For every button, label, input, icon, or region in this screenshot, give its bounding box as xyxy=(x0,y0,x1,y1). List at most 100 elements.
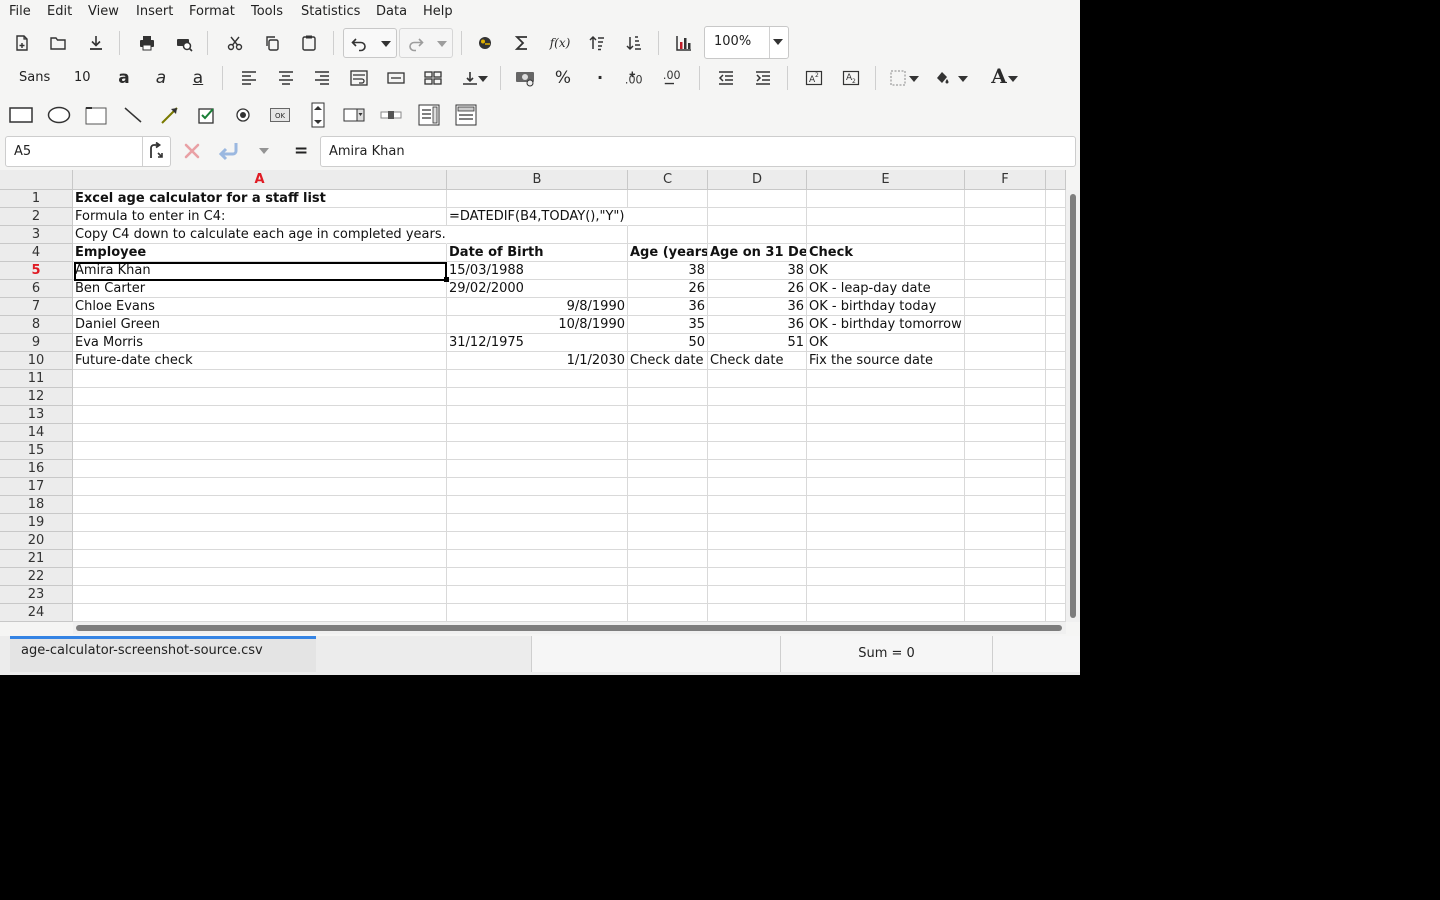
cell-f1[interactable] xyxy=(965,190,1046,208)
cell-b7[interactable]: 9/8/1990 xyxy=(447,298,628,316)
cell-e21[interactable] xyxy=(807,550,965,568)
menu-data[interactable]: Data xyxy=(376,4,407,19)
cell-partial-column[interactable] xyxy=(1046,550,1066,568)
line-tool-icon[interactable] xyxy=(121,103,145,127)
column-header-a[interactable]: A xyxy=(73,170,447,190)
cell-d3[interactable] xyxy=(708,226,807,244)
cell-partial-column[interactable] xyxy=(1046,496,1066,514)
cell-b11[interactable] xyxy=(447,370,628,388)
cell-a3[interactable]: Copy C4 down to calculate each age in co… xyxy=(73,226,447,244)
cell-c10[interactable]: Check date xyxy=(628,352,708,370)
cell-d4[interactable]: Age on 31 Dec xyxy=(708,244,807,262)
cell-e8[interactable]: OK - birthday tomorrow xyxy=(807,316,965,334)
cell-partial-column[interactable] xyxy=(1046,190,1066,208)
borders-dropdown-icon[interactable] xyxy=(909,76,919,82)
cell-c21[interactable] xyxy=(628,550,708,568)
horizontal-scrollbar-thumb[interactable] xyxy=(76,625,1062,631)
cell-e20[interactable] xyxy=(807,532,965,550)
cell-d22[interactable] xyxy=(708,568,807,586)
cell-partial-column[interactable] xyxy=(1046,424,1066,442)
cell-partial-column[interactable] xyxy=(1046,352,1066,370)
row-header-23[interactable]: 23 xyxy=(0,586,73,604)
cell-c13[interactable] xyxy=(628,406,708,424)
rectangle-tool-icon[interactable] xyxy=(9,103,33,127)
cell-c19[interactable] xyxy=(628,514,708,532)
autosum-icon[interactable] xyxy=(510,31,534,55)
menu-help[interactable]: Help xyxy=(423,4,453,19)
row-header-7[interactable]: 7 xyxy=(0,298,73,316)
cell-partial-column[interactable] xyxy=(1046,388,1066,406)
scrollbar-control-icon[interactable] xyxy=(379,103,403,127)
cell-partial-column[interactable] xyxy=(1046,460,1066,478)
background-color-dropdown-icon[interactable] xyxy=(958,76,968,82)
cell-d9[interactable]: 51 xyxy=(708,334,807,352)
cell-partial-column[interactable] xyxy=(1046,406,1066,424)
cell-c7[interactable]: 36 xyxy=(628,298,708,316)
align-center-icon[interactable] xyxy=(274,66,298,90)
cell-e6[interactable]: OK - leap-day date xyxy=(807,280,965,298)
delete-decimal-icon[interactable]: .00 xyxy=(662,66,686,90)
horizontal-scrollbar[interactable] xyxy=(73,622,1066,634)
cell-partial-column[interactable] xyxy=(1046,370,1066,388)
cell-d20[interactable] xyxy=(708,532,807,550)
cell-b1[interactable] xyxy=(447,190,628,208)
cell-d1[interactable] xyxy=(708,190,807,208)
cell-b3[interactable] xyxy=(447,226,628,244)
formula-input[interactable]: Amira Khan xyxy=(320,136,1076,167)
cell-b4[interactable]: Date of Birth xyxy=(447,244,628,262)
cell-f13[interactable] xyxy=(965,406,1046,424)
cell-b10[interactable]: 1/1/2030 xyxy=(447,352,628,370)
redo-dropdown-icon[interactable] xyxy=(437,41,447,47)
row-header-8[interactable]: 8 xyxy=(0,316,73,334)
cell-c18[interactable] xyxy=(628,496,708,514)
zoom-select[interactable]: 100% xyxy=(704,26,789,59)
background-color-icon[interactable] xyxy=(930,66,954,90)
cell-c23[interactable] xyxy=(628,586,708,604)
cell-partial-column[interactable] xyxy=(1046,568,1066,586)
cell-a8[interactable]: Daniel Green xyxy=(73,316,447,334)
cell-c11[interactable] xyxy=(628,370,708,388)
cell-d7[interactable]: 36 xyxy=(708,298,807,316)
cell-partial-column[interactable] xyxy=(1046,334,1066,352)
new-document-icon[interactable] xyxy=(10,31,34,55)
row-header-11[interactable]: 11 xyxy=(0,370,73,388)
cell-a6[interactable]: Ben Carter xyxy=(73,280,447,298)
cell-a1[interactable]: Excel age calculator for a staff list xyxy=(73,190,447,208)
cell-f10[interactable] xyxy=(965,352,1046,370)
cell-d16[interactable] xyxy=(708,460,807,478)
cell-d14[interactable] xyxy=(708,424,807,442)
cell-a20[interactable] xyxy=(73,532,447,550)
cell-e16[interactable] xyxy=(807,460,965,478)
cell-f11[interactable] xyxy=(965,370,1046,388)
cell-f2[interactable] xyxy=(965,208,1046,226)
cell-f9[interactable] xyxy=(965,334,1046,352)
menu-edit[interactable]: Edit xyxy=(47,4,72,19)
cell-e7[interactable]: OK - birthday today xyxy=(807,298,965,316)
cell-partial-column[interactable] xyxy=(1046,226,1066,244)
cell-b18[interactable] xyxy=(447,496,628,514)
percent-format-icon[interactable]: % xyxy=(551,66,575,90)
font-color-dropdown-icon[interactable] xyxy=(1008,76,1018,82)
cell-f17[interactable] xyxy=(965,478,1046,496)
cell-a19[interactable] xyxy=(73,514,447,532)
cell-d18[interactable] xyxy=(708,496,807,514)
row-header-16[interactable]: 16 xyxy=(0,460,73,478)
print-icon[interactable] xyxy=(135,31,159,55)
cancel-icon[interactable] xyxy=(183,142,201,164)
cell-d10[interactable]: Check date xyxy=(708,352,807,370)
row-header-12[interactable]: 12 xyxy=(0,388,73,406)
cell-b16[interactable] xyxy=(447,460,628,478)
cell-f18[interactable] xyxy=(965,496,1046,514)
row-header-4[interactable]: 4 xyxy=(0,244,73,262)
column-header-partial[interactable] xyxy=(1046,170,1066,190)
unmerge-cells-icon[interactable] xyxy=(421,66,445,90)
cell-c12[interactable] xyxy=(628,388,708,406)
vertical-scrollbar[interactable] xyxy=(1066,190,1080,622)
row-header-24[interactable]: 24 xyxy=(0,604,73,622)
row-header-17[interactable]: 17 xyxy=(0,478,73,496)
cell-d23[interactable] xyxy=(708,586,807,604)
column-header-d[interactable]: D xyxy=(708,170,807,190)
column-header-c[interactable]: C xyxy=(628,170,708,190)
row-header-6[interactable]: 6 xyxy=(0,280,73,298)
cell-partial-column[interactable] xyxy=(1046,586,1066,604)
